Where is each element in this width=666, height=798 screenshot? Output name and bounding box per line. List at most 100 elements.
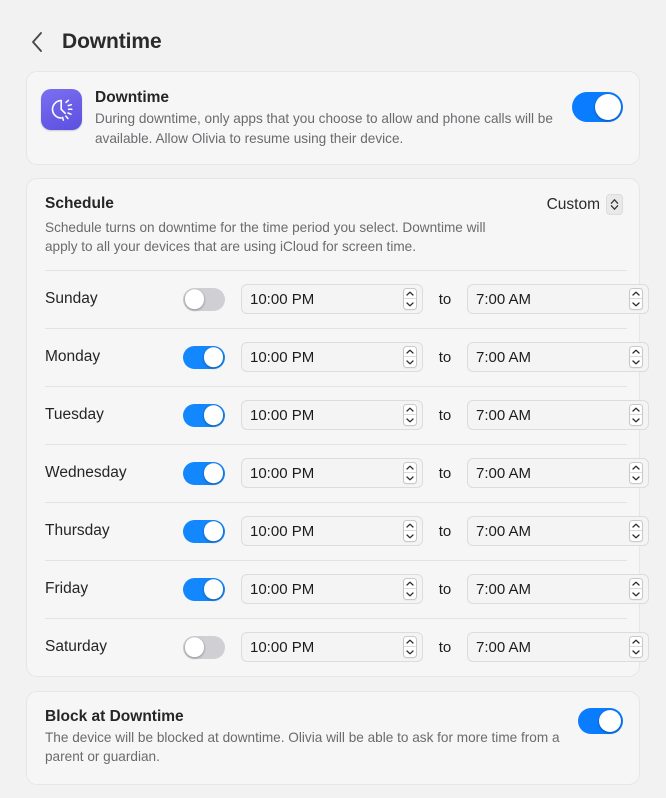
start-time-field[interactable]: 10:00 PM — [241, 516, 423, 547]
start-time-field-value: 10:00 PM — [250, 464, 315, 482]
block-at-downtime-toggle[interactable] — [578, 707, 623, 734]
stepper-up-half[interactable] — [630, 405, 642, 416]
stepper-up-down-icon[interactable] — [629, 520, 643, 543]
start-time-field-value: 10:00 PM — [250, 522, 315, 540]
toggle-knob — [203, 579, 224, 599]
schedule-day-row: Thursday 10:00 PM to 7:00 AM — [27, 503, 649, 560]
schedule-day-row: Saturday 10:00 PM to 7:00 AM — [27, 619, 649, 676]
toggle-knob — [595, 94, 621, 120]
stepper-down-half[interactable] — [630, 647, 642, 657]
day-toggle[interactable] — [183, 635, 225, 659]
stepper-up-half[interactable] — [404, 521, 416, 532]
day-toggle[interactable] — [183, 519, 225, 543]
day-toggle[interactable] — [183, 403, 225, 427]
stepper-down-half[interactable] — [630, 357, 642, 367]
stepper-up-down-icon[interactable] — [403, 346, 417, 369]
block-at-downtime-toggle-container — [578, 707, 623, 739]
start-time-field-value: 10:00 PM — [250, 348, 315, 366]
stepper-down-half[interactable] — [630, 531, 642, 541]
stepper-up-half[interactable] — [630, 579, 642, 590]
day-label: Thursday — [45, 522, 110, 540]
start-time-field[interactable]: 10:00 PM — [241, 574, 423, 605]
stepper-up-down-icon[interactable] — [403, 404, 417, 427]
stepper-up-down-icon[interactable] — [403, 462, 417, 485]
day-toggle-cell — [183, 635, 241, 659]
stepper-up-half[interactable] — [404, 637, 416, 648]
toggle-knob — [184, 289, 205, 309]
start-time-field[interactable]: 10:00 PM — [241, 632, 423, 663]
schedule-popup-button[interactable]: Custom — [546, 193, 623, 215]
end-time-field-value: 7:00 AM — [476, 290, 532, 308]
stepper-up-half[interactable] — [630, 637, 642, 648]
day-toggle[interactable] — [183, 287, 225, 311]
stepper-down-half[interactable] — [404, 531, 416, 541]
block-at-downtime-text: Block at Downtime The device will be blo… — [45, 707, 566, 767]
stepper-up-half[interactable] — [630, 347, 642, 358]
stepper-up-half[interactable] — [404, 405, 416, 416]
stepper-up-down-icon[interactable] — [403, 636, 417, 659]
schedule-day-row: Wednesday 10:00 PM to 7:00 AM — [27, 445, 649, 502]
stepper-up-down-icon[interactable] — [629, 462, 643, 485]
downtime-summary-card: Downtime During downtime, only apps that… — [26, 71, 640, 165]
day-toggle[interactable] — [183, 345, 225, 369]
end-time-field[interactable]: 7:00 AM — [467, 632, 649, 663]
start-time-field-value: 10:00 PM — [250, 638, 315, 656]
stepper-down-half[interactable] — [630, 415, 642, 425]
stepper-down-half[interactable] — [404, 589, 416, 599]
toggle-knob — [599, 709, 621, 732]
block-at-downtime-card: Block at Downtime The device will be blo… — [26, 690, 640, 785]
stepper-up-half[interactable] — [630, 463, 642, 474]
end-time-field[interactable]: 7:00 AM — [467, 284, 649, 315]
start-time-field-value: 10:00 PM — [250, 290, 315, 308]
stepper-up-down-icon[interactable] — [629, 404, 643, 427]
stepper-up-half[interactable] — [404, 463, 416, 474]
schedule-day-row: Friday 10:00 PM to 7:00 AM — [27, 561, 649, 618]
stepper-up-down-icon[interactable] — [403, 288, 417, 311]
stepper-down-half[interactable] — [404, 647, 416, 657]
stepper-up-half[interactable] — [630, 289, 642, 300]
end-time-field[interactable]: 7:00 AM — [467, 458, 649, 489]
end-time-field[interactable]: 7:00 AM — [467, 342, 649, 373]
end-time-field[interactable]: 7:00 AM — [467, 574, 649, 605]
stepper-up-half[interactable] — [404, 289, 416, 300]
end-time-field[interactable]: 7:00 AM — [467, 400, 649, 431]
end-time-field-value: 7:00 AM — [476, 580, 532, 598]
stepper-up-down-icon[interactable] — [629, 636, 643, 659]
stepper-up-down-icon[interactable] — [403, 520, 417, 543]
stepper-down-half[interactable] — [630, 589, 642, 599]
day-label: Sunday — [45, 290, 98, 308]
stepper-down-half[interactable] — [630, 299, 642, 309]
start-time-field[interactable]: 10:00 PM — [241, 400, 423, 431]
stepper-up-down-icon[interactable] — [629, 346, 643, 369]
downtime-toggle[interactable] — [572, 92, 623, 122]
day-toggle[interactable] — [183, 577, 225, 601]
stepper-up-half[interactable] — [630, 521, 642, 532]
stepper-down-half[interactable] — [404, 415, 416, 425]
stepper-up-down-icon[interactable] — [403, 578, 417, 601]
start-time-field[interactable]: 10:00 PM — [241, 284, 423, 315]
day-toggle-cell — [183, 403, 241, 427]
start-time-field-value: 10:00 PM — [250, 406, 315, 424]
day-toggle-cell — [183, 519, 241, 543]
day-label: Tuesday — [45, 406, 104, 424]
start-time-field[interactable]: 10:00 PM — [241, 458, 423, 489]
stepper-down-half[interactable] — [630, 473, 642, 483]
stepper-down-half[interactable] — [404, 473, 416, 483]
day-toggle[interactable] — [183, 461, 225, 485]
stepper-down-half[interactable] — [404, 299, 416, 309]
start-time-field[interactable]: 10:00 PM — [241, 342, 423, 373]
toggle-knob — [203, 463, 224, 483]
back-button[interactable] — [26, 28, 48, 56]
stepper-up-half[interactable] — [404, 347, 416, 358]
end-time-field[interactable]: 7:00 AM — [467, 516, 649, 547]
chevron-up-down-icon — [606, 193, 623, 215]
stepper-up-down-icon[interactable] — [629, 288, 643, 311]
schedule-popup-value: Custom — [546, 195, 600, 213]
toggle-knob — [203, 521, 224, 541]
stepper-down-half[interactable] — [404, 357, 416, 367]
stepper-up-down-icon[interactable] — [629, 578, 643, 601]
day-toggle-cell — [183, 287, 241, 311]
schedule-card: Schedule Custom Schedule turns on downti… — [26, 177, 649, 677]
stepper-up-half[interactable] — [404, 579, 416, 590]
to-label: to — [438, 638, 452, 656]
